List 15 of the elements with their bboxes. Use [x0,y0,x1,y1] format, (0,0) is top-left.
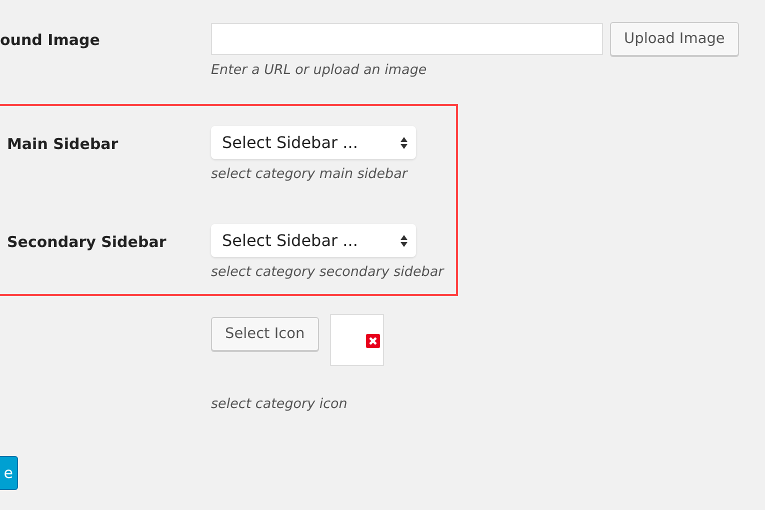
remove-icon[interactable] [366,334,380,348]
sidebar-select[interactable]: Select Sidebar ... [211,126,416,159]
hint-text: select category icon [211,396,348,412]
select-icon-button[interactable]: Select Icon [211,317,319,351]
url-field[interactable] [211,23,603,55]
hint-text: select category main sidebar [211,166,409,182]
field-label: Secondary Sidebar [6,232,166,251]
updown-arrows-icon [400,136,408,150]
sidebar-select[interactable]: Select Sidebar ... [211,224,416,257]
hint-text: select category secondary sidebar [211,264,444,280]
field-label: ound Image [0,30,100,49]
upload-button[interactable]: Upload Image [610,22,739,56]
hint-text: Enter a URL or upload an image [211,62,428,78]
updown-arrows-icon [400,234,408,248]
field-label: Main Sidebar [6,134,118,153]
